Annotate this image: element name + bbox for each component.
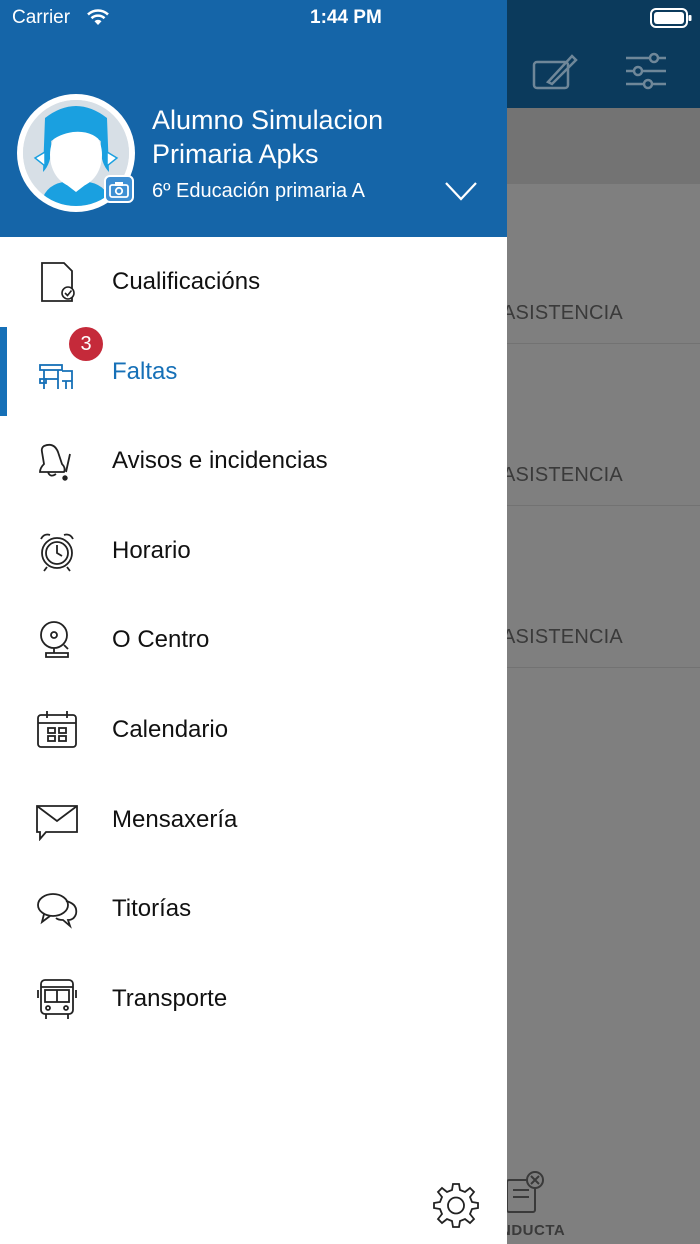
navigation-drawer: Alumno Simulacion Primaria Apks 6º Educa… [0,0,507,1244]
menu-item-titorias[interactable]: Titorías [0,864,507,954]
status-bar: Carrier 1:44 PM [0,0,700,36]
camera-icon [109,182,129,198]
menu-item-label: Titorías [112,895,192,923]
menu-item-label: Faltas [112,357,178,385]
menu-item-label: Cualificacións [112,268,261,295]
menu-item-horario[interactable]: Horario [0,506,507,596]
menu-item-o-centro[interactable]: O Centro [0,595,507,685]
menu-item-label: Transporte [112,984,228,1012]
menu-item-label: Mensaxería [112,805,238,833]
menu-item-faltas[interactable]: 3 Faltas [0,326,507,417]
filter-sliders-icon [626,52,666,90]
menu-item-cualificacions[interactable]: Cualificacións [0,237,507,327]
row-label: ASISTENCIA [502,626,623,648]
conduct-icon [506,1171,544,1213]
battery-icon [650,8,692,28]
gear-icon[interactable] [432,1181,480,1229]
school-desk-icon [39,363,73,389]
menu-item-label: Horario [112,536,191,564]
menu-item-label: O Centro [112,626,210,654]
menu-item-transporte[interactable]: Transporte [0,954,507,1044]
edit-note-icon [532,54,578,90]
camera-button[interactable] [104,175,134,203]
document-check-icon [41,262,75,302]
menu-item-avisos[interactable]: Avisos e incidencias [0,416,507,506]
bus-icon [37,978,77,1019]
menu-item-mensaxeria[interactable]: Mensaxería [0,775,507,865]
carrier-label: Carrier [12,7,71,28]
user-name: Alumno Simulacion Primaria Apks [152,105,384,169]
user-class: 6º Educación primaria A [152,180,365,202]
row-label: ASISTENCIA [502,464,623,486]
alarm-clock-icon [40,533,74,572]
calendar-icon [37,710,77,748]
row-label: ASISTENCIA [502,302,623,324]
drawer-menu: Cualificacións 3 Faltas Avisos e inciden… [0,237,507,1043]
menu-item-calendario[interactable]: Calendario [0,685,507,775]
menu-item-label: Avisos e incidencias [112,447,328,475]
clock-time: 1:44 PM [310,7,382,28]
notification-badge: 3 [69,326,103,361]
chevron-down-icon[interactable] [444,180,478,202]
menu-item-label: Calendario [112,715,229,743]
envelope-icon [36,804,78,841]
background-tab-label: NDUCTA [500,1222,566,1239]
wifi-icon [87,9,109,25]
school-bell-icon [40,621,69,659]
bell-alert-icon [39,444,71,481]
chat-bubbles-icon [37,893,78,929]
